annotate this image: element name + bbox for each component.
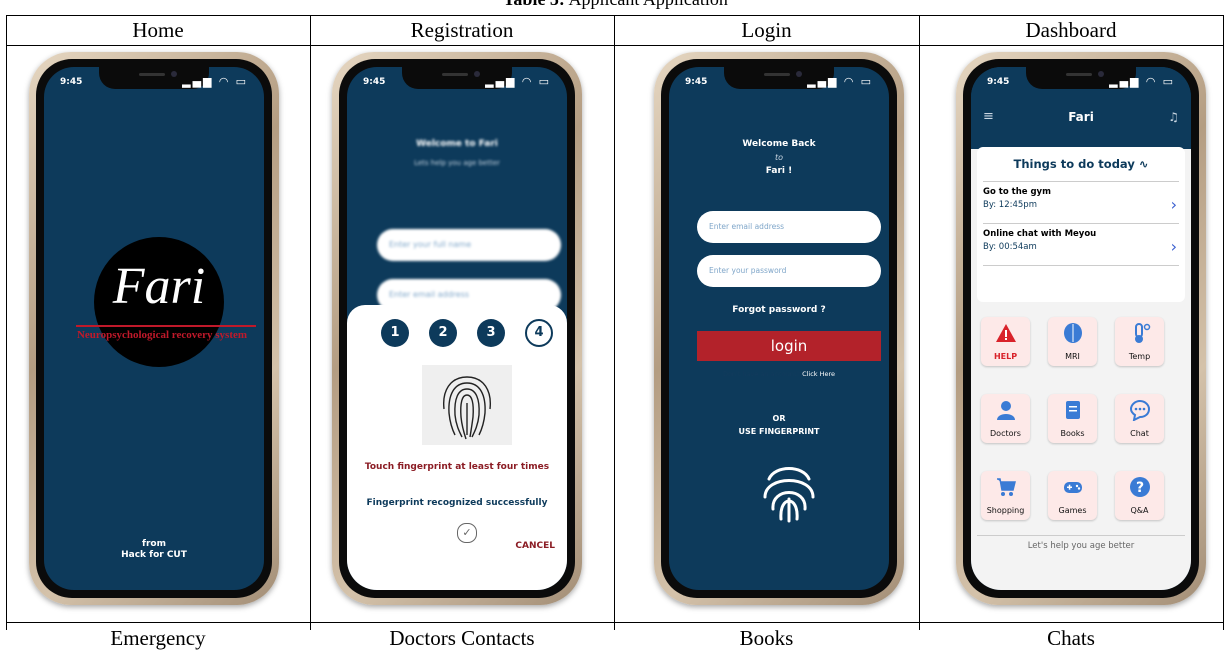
home-screen: 9:45 ▂▄▆ ◠ ▭ Fari Neuropsychological rec… (44, 67, 264, 590)
welcome-title: Welcome to Fari (416, 139, 498, 149)
home-from: from (142, 539, 166, 549)
bell-icon[interactable]: ♫ (1168, 110, 1179, 124)
login-app-name: Fari ! (765, 166, 793, 176)
signup-link[interactable]: Click Here (802, 370, 835, 378)
tile-chat[interactable]: Chat (1115, 394, 1164, 443)
step-4: 4 (525, 319, 553, 347)
todo-item[interactable]: Go to the gym By: 12:45pm › (983, 187, 1179, 224)
signup-prompt: Don't have an account? Click Here (722, 370, 836, 378)
chevron-right-icon: › (1170, 195, 1177, 214)
book-icon (1065, 401, 1080, 419)
alert-icon (995, 324, 1016, 342)
tile-mri[interactable]: MRI (1048, 317, 1097, 366)
tile-help[interactable]: HELP (981, 317, 1030, 366)
fingerprint-scanner[interactable] (422, 365, 512, 445)
cancel-button[interactable]: CANCEL (515, 541, 555, 551)
password-field[interactable]: Enter your password (697, 255, 881, 287)
login-button[interactable]: login (697, 331, 881, 361)
fingerprint-success: Fingerprint recognized successfully (366, 498, 548, 508)
status-icons: ▂▄▆ ◠ ▭ (807, 75, 873, 88)
todo-heading: Things to do today ∿ (1013, 157, 1149, 171)
login-screen: 9:45 ▂▄▆ ◠ ▭ Welcome Back to Fari ! Ente… (669, 67, 889, 590)
or-label: OR (772, 414, 786, 423)
status-bar: 9:45 ▂▄▆ ◠ ▭ (60, 75, 248, 88)
todo-item[interactable]: Online chat with Meyou By: 00:54am › (983, 229, 1179, 266)
table-caption: Table 5: Applicant Application (0, 0, 1231, 9)
forgot-password-link[interactable]: Forgot password ? (669, 305, 889, 315)
tile-games[interactable]: Games (1048, 471, 1097, 520)
phone-dashboard: 9:45 ▂▄▆ ◠ ▭ ≡ Fari ♫ Things to do today… (956, 52, 1206, 605)
todo-card: Things to do today ∿ Go to the gym By: 1… (977, 147, 1185, 302)
status-bar: 9:45 ▂▄▆ ◠ ▭ (363, 75, 551, 88)
brain-icon (1063, 323, 1082, 343)
footer-books: Books (739, 626, 794, 650)
fingerprint-icon (443, 376, 491, 440)
status-bar: 9:45 ▂▄▆ ◠ ▭ (987, 75, 1175, 88)
logo-subtitle: Neuropsychological recovery system (76, 329, 248, 341)
fingerprint-instruction: Touch fingerprint at least four times (364, 462, 550, 472)
status-bar: 9:45 ▂▄▆ ◠ ▭ (685, 75, 873, 88)
fingerprint-sheet: 1 2 3 4 Touch fingerprint at least four … (347, 305, 567, 590)
cart-icon (996, 478, 1016, 496)
status-icons: ▂▄▆ ◠ ▭ (1109, 75, 1175, 88)
dashboard-footer: Let's help you age better (1027, 541, 1135, 551)
logo-text: Fari (112, 258, 206, 315)
dashboard-screen: 9:45 ▂▄▆ ◠ ▭ ≡ Fari ♫ Things to do today… (971, 67, 1191, 590)
thermometer-icon (1134, 323, 1150, 343)
welcome-subtitle: Lets help you age better (414, 159, 500, 167)
header-registration: Registration (410, 18, 514, 42)
pulse-icon: ∿ (1138, 157, 1149, 171)
fullname-field[interactable]: Enter your full name (377, 229, 561, 261)
use-fingerprint-label: USE FINGERPRINT (738, 427, 820, 436)
footer-emergency: Emergency (110, 626, 206, 650)
fingerprint-icon[interactable] (757, 457, 821, 525)
phone-login: 9:45 ▂▄▆ ◠ ▭ Welcome Back to Fari ! Ente… (654, 52, 904, 605)
header-home: Home (132, 18, 184, 42)
chevron-right-icon: › (1170, 237, 1177, 256)
tile-shopping[interactable]: Shopping (981, 471, 1030, 520)
dashboard-header: 9:45 ▂▄▆ ◠ ▭ ≡ Fari ♫ (971, 67, 1191, 149)
home-hack: Hack for CUT (121, 550, 187, 560)
gamepad-icon (1063, 482, 1082, 493)
chat-icon (1129, 399, 1150, 422)
tile-books[interactable]: Books (1048, 394, 1097, 443)
svg-text:?: ? (1135, 480, 1143, 496)
step-1: 1 (381, 319, 409, 347)
footer-chats: Chats (1047, 626, 1095, 650)
check-icon: ✓ (457, 523, 477, 543)
login-welcome: Welcome Back (742, 139, 816, 149)
login-to: to (774, 153, 784, 162)
tile-qna[interactable]: ? Q&A (1115, 471, 1164, 520)
status-icons: ▂▄▆ ◠ ▭ (182, 75, 248, 88)
email-field[interactable]: Enter email address (697, 211, 881, 243)
logo-underline (76, 325, 256, 327)
phone-home: 9:45 ▂▄▆ ◠ ▭ Fari Neuropsychological rec… (29, 52, 279, 605)
tile-doctors[interactable]: Doctors (981, 394, 1030, 443)
registration-screen: 9:45 ▂▄▆ ◠ ▭ Welcome to Fari Lets help y… (347, 67, 567, 590)
header-dashboard: Dashboard (1025, 18, 1117, 42)
status-icons: ▂▄▆ ◠ ▭ (485, 75, 551, 88)
step-3: 3 (477, 319, 505, 347)
tile-temp[interactable]: Temp (1115, 317, 1164, 366)
dashboard-body: Things to do today ∿ Go to the gym By: 1… (971, 147, 1191, 590)
step-2: 2 (429, 319, 457, 347)
phone-registration: 9:45 ▂▄▆ ◠ ▭ Welcome to Fari Lets help y… (332, 52, 582, 605)
header-login: Login (741, 18, 792, 42)
app-title: Fari (1068, 110, 1094, 124)
question-icon: ? (1129, 477, 1150, 497)
doctor-icon (996, 401, 1015, 420)
footer-doctors-contacts: Doctors Contacts (389, 626, 535, 650)
